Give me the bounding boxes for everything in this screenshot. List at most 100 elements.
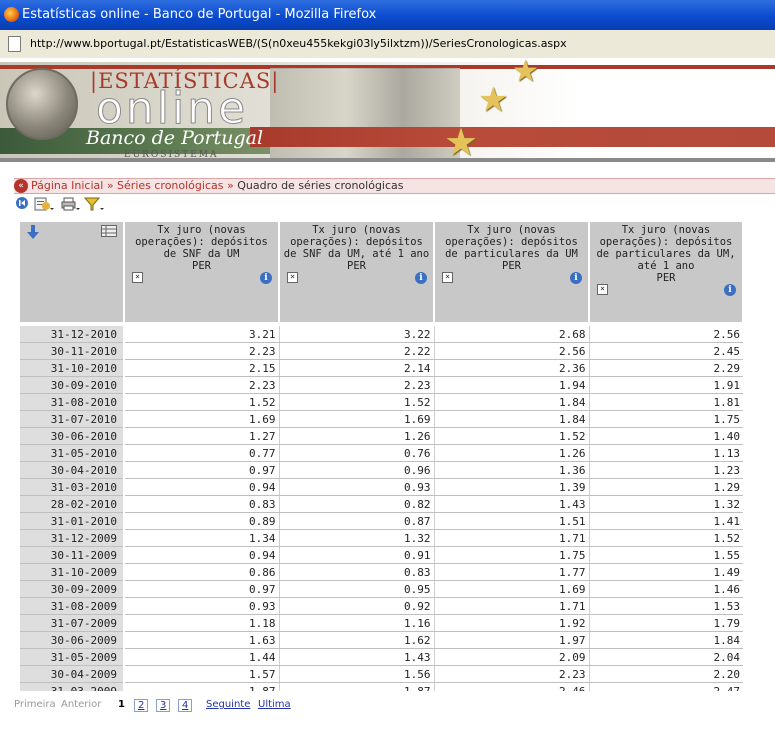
first-page-icon[interactable] (14, 196, 30, 214)
cell-value: 1.77 (433, 563, 589, 581)
info-icon[interactable]: i (570, 272, 582, 284)
cell-value: 1.52 (278, 393, 434, 411)
breadcrumb-home-link[interactable]: Página Inicial (31, 179, 103, 192)
table-corner-cell (20, 222, 125, 322)
pager-page-link[interactable]: 3 (156, 699, 171, 712)
cell-value: 1.52 (123, 393, 279, 411)
url-text[interactable]: http://www.bportugal.pt/EstatisticasWEB/… (30, 37, 567, 50)
banner-org: Banco de Portugal (86, 127, 264, 149)
address-bar[interactable]: http://www.bportugal.pt/EstatisticasWEB/… (0, 30, 775, 59)
cell-value: 1.46 (588, 580, 743, 598)
cell-value: 2.45 (588, 342, 743, 360)
table-row: 30-04-2009 1.57 1.56 2.23 2.20 (20, 665, 743, 683)
cell-value: 0.97 (123, 461, 279, 479)
cell-value: 0.89 (123, 512, 279, 530)
pager-last[interactable]: Ultima (258, 699, 291, 710)
column-header-unit: PER (502, 260, 521, 272)
cell-value: 0.82 (278, 495, 434, 513)
row-date: 30-09-2009 (20, 580, 125, 598)
cell-value: 2.47 (588, 682, 743, 691)
table-row: 31-01-2010 0.89 0.87 1.51 1.41 (20, 512, 743, 530)
cell-value: 1.79 (588, 614, 743, 632)
remove-column-icon[interactable]: × (132, 272, 143, 283)
remove-column-icon[interactable]: × (597, 284, 608, 295)
print-icon[interactable] (60, 196, 82, 214)
cell-value: 1.75 (588, 410, 743, 428)
table-row: 30-09-2010 2.23 2.23 1.94 1.91 (20, 376, 743, 394)
cell-value: 1.84 (433, 410, 589, 428)
table-row: 30-11-2010 2.23 2.22 2.56 2.45 (20, 342, 743, 360)
row-date: 30-06-2010 (20, 427, 125, 445)
info-icon[interactable]: i (260, 272, 272, 284)
cell-value: 1.23 (588, 461, 743, 479)
cell-value: 1.13 (588, 444, 743, 462)
info-icon[interactable]: i (724, 284, 736, 296)
table-row: 30-09-2009 0.97 0.95 1.69 1.46 (20, 580, 743, 598)
cell-value: 0.93 (278, 478, 434, 496)
cell-value: 2.23 (123, 376, 279, 394)
row-date: 31-05-2010 (20, 444, 125, 462)
cell-value: 1.57 (123, 665, 279, 683)
site-banner: |ESTATÍSTICAS| online Banco de Portugal … (0, 58, 775, 168)
table-row: 31-10-2009 0.86 0.83 1.77 1.49 (20, 563, 743, 581)
cell-value: 0.83 (278, 563, 434, 581)
cell-value: 0.95 (278, 580, 434, 598)
cell-value: 2.09 (433, 648, 589, 666)
table-row: 30-06-2010 1.27 1.26 1.52 1.40 (20, 427, 743, 445)
table-row: 31-10-2010 2.15 2.14 2.36 2.29 (20, 359, 743, 377)
cell-value: 1.94 (433, 376, 589, 394)
column-header: Tx juro (novas operações): depósitos de … (589, 222, 743, 322)
pager-page-link[interactable]: 2 (134, 699, 149, 712)
sort-down-arrow-icon[interactable] (26, 224, 40, 243)
info-icon[interactable]: i (415, 272, 427, 284)
cell-value: 0.97 (123, 580, 279, 598)
row-date: 31-03-2010 (20, 478, 125, 496)
row-date: 31-01-2010 (20, 512, 125, 530)
table-row: 31-03-2009 1.87 1.87 2.46 2.47 (20, 682, 743, 691)
cell-value: 0.86 (123, 563, 279, 581)
back-arrow-icon[interactable]: « (14, 179, 28, 193)
row-date: 28-02-2010 (20, 495, 125, 513)
column-header: Tx juro (novas operações): depósitos de … (434, 222, 590, 322)
cell-value: 1.43 (433, 495, 589, 513)
cell-value: 1.49 (588, 563, 743, 581)
cell-value: 2.04 (588, 648, 743, 666)
export-icon[interactable] (34, 196, 56, 214)
table-row: 30-06-2009 1.63 1.62 1.97 1.84 (20, 631, 743, 649)
cell-value: 2.14 (278, 359, 434, 377)
filter-icon[interactable] (83, 196, 106, 214)
column-header-label: Tx juro (novas operações): depósitos de … (135, 224, 268, 260)
series-table: Tx juro (novas operações): depósitos de … (20, 222, 743, 691)
cell-value: 2.23 (278, 376, 434, 394)
cell-value: 1.52 (588, 529, 743, 547)
row-date: 30-04-2009 (20, 665, 125, 683)
pager-page-current: 1 (118, 699, 125, 710)
breadcrumb-series-link[interactable]: Séries cronológicas (117, 179, 223, 192)
row-date: 31-10-2010 (20, 359, 125, 377)
row-date: 31-12-2009 (20, 529, 125, 547)
cell-value: 2.22 (278, 342, 434, 360)
grid-view-icon[interactable] (101, 225, 117, 240)
cell-value: 2.56 (433, 342, 589, 360)
row-date: 30-11-2010 (20, 342, 125, 360)
cell-value: 1.87 (278, 682, 434, 691)
row-date: 31-12-2010 (20, 326, 125, 343)
row-date: 31-10-2009 (20, 563, 125, 581)
pager-next[interactable]: Seguinte (206, 699, 250, 710)
table-row: 31-12-2009 1.34 1.32 1.71 1.52 (20, 529, 743, 547)
window-title: Estatísticas online - Banco de Portugal … (22, 7, 377, 22)
row-date: 31-08-2009 (20, 597, 125, 615)
cell-value: 1.56 (278, 665, 434, 683)
table-row: 28-02-2010 0.83 0.82 1.43 1.32 (20, 495, 743, 513)
cell-value: 1.84 (433, 393, 589, 411)
cell-value: 2.29 (588, 359, 743, 377)
row-date: 31-07-2009 (20, 614, 125, 632)
cell-value: 3.21 (123, 326, 279, 343)
cell-value: 1.55 (588, 546, 743, 564)
pager-page-link[interactable]: 4 (178, 699, 193, 712)
cell-value: 0.94 (123, 546, 279, 564)
remove-column-icon[interactable]: × (442, 272, 453, 283)
cell-value: 2.36 (433, 359, 589, 377)
remove-column-icon[interactable]: × (287, 272, 298, 283)
table-row: 31-12-2010 3.21 3.22 2.68 2.56 (20, 326, 743, 343)
